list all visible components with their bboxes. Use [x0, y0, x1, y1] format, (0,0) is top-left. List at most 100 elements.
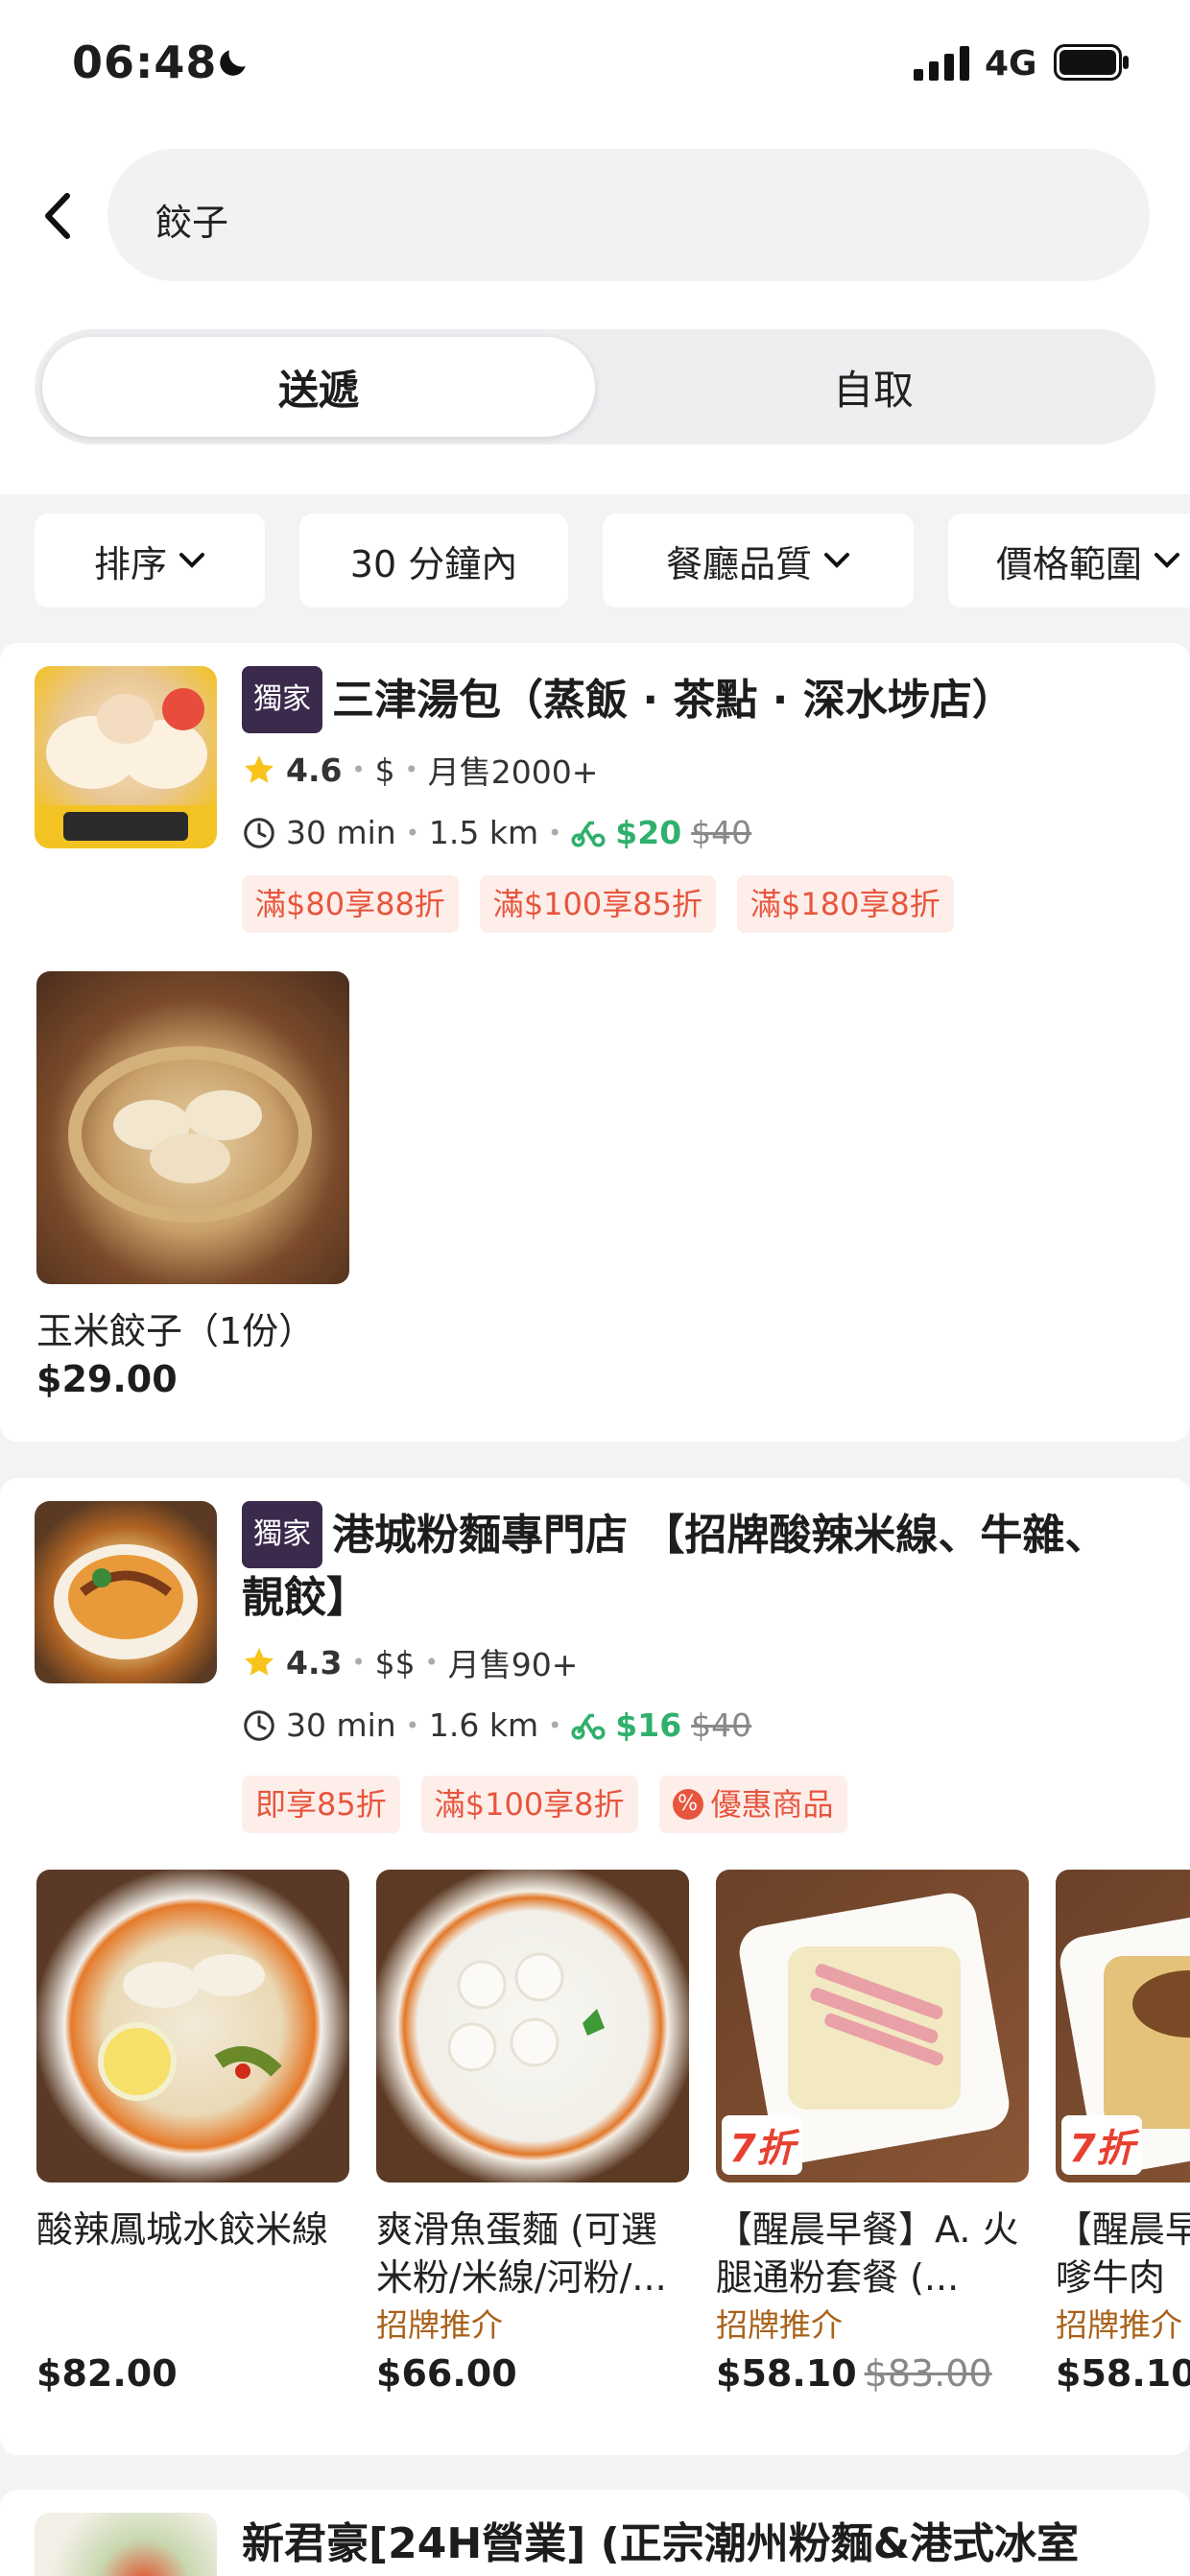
discount-badge: 7折: [1061, 2115, 1142, 2175]
promo-tag: 滿$80享88折: [242, 875, 459, 933]
restaurant-logo: [35, 666, 217, 848]
rating-value: 4.3: [286, 1643, 343, 1682]
distance: 1.5 km: [428, 814, 539, 851]
chevron-down-icon: [179, 553, 204, 568]
dish-item[interactable]: 7折 【醒晨早餐】A. 火腿通粉套餐 (... 招牌推介 $58.10 $83.0…: [716, 1870, 1029, 2397]
filter-label: 價格範圍: [996, 542, 1143, 585]
dish-name: 玉米餃子（1份）: [36, 1310, 316, 1352]
filter-label: 排序: [93, 542, 167, 585]
dish-item[interactable]: 酸辣鳳城水餃米線 $82.00: [36, 1870, 349, 2397]
battery-icon: [1054, 44, 1129, 81]
dish-tag: 招牌推介: [376, 2306, 503, 2344]
promo-tag: 滿$180享8折: [736, 875, 954, 933]
status-bar: 06:48 4G: [0, 0, 1190, 130]
filter-30-min[interactable]: 30 分鐘內: [299, 513, 568, 608]
dish-image: 7折: [716, 1870, 1029, 2182]
filter-label: 餐廳品質: [665, 542, 812, 585]
promo-tag: 即享85折: [242, 1776, 400, 1833]
dish-image: [376, 1870, 689, 2182]
network-label: 4G: [985, 44, 1037, 83]
status-time: 06:48: [72, 36, 218, 88]
tab-pickup[interactable]: 自取: [597, 358, 1150, 417]
delivery-fee: $20: [615, 814, 682, 851]
dish-image: [36, 1870, 349, 2182]
back-arrow-icon[interactable]: [35, 182, 83, 250]
dish-price: $58.10: [1056, 2352, 1190, 2395]
delivery-time: 30 min: [286, 814, 396, 851]
delivery-fee: $16: [615, 1706, 682, 1744]
moon-icon: [220, 50, 246, 76]
discount-icon: %: [672, 1789, 703, 1820]
header: 餃子 送遞 自取: [0, 130, 1190, 494]
filter-price[interactable]: 價格範圍: [948, 513, 1190, 608]
promo-tag: 滿$100享8折: [420, 1776, 638, 1833]
rating-row: 4.6 • $ • 月售2000+: [242, 747, 598, 793]
search-query: 餃子: [155, 202, 229, 244]
price-level: $: [374, 751, 395, 789]
scooter-icon: [571, 1713, 606, 1740]
restaurant-name: 獨家 三津湯包（蒸飯 · 茶點 · 深水埗店）: [242, 666, 1132, 733]
promo-list: 即享85折 滿$100享8折 % 優惠商品: [242, 1776, 847, 1833]
restaurant-name: 新君豪[24H營業] (正宗潮州粉麵&港式冰室: [242, 2515, 1132, 2574]
dumplings-photo: [68, 1046, 312, 1223]
dish-item[interactable]: 7折 【醒晨早餐】B. 沙嗲牛肉 招牌推介 $58.10: [1056, 1870, 1190, 2397]
dish-name: 【醒晨早餐】B. 沙嗲牛肉: [1056, 2208, 1190, 2299]
promo-list: 滿$80享88折 滿$100享85折 滿$180享8折: [242, 875, 954, 933]
chevron-down-icon: [1154, 553, 1180, 568]
restaurant-card[interactable]: 獨家 三津湯包（蒸飯 · 茶點 · 深水埗店） 4.6 • $ • 月售2000+…: [0, 643, 1190, 1442]
delivery-time: 30 min: [286, 1706, 396, 1744]
dumpling-logo-icon: [35, 688, 217, 848]
dish-price: $29.00: [36, 1358, 178, 1400]
tab-label: 送遞: [277, 367, 359, 414]
dish-tag: [36, 2302, 349, 2349]
delivery-fee-original: $40: [691, 1706, 752, 1744]
dish-name: 酸辣鳳城水餃米線: [36, 2208, 329, 2251]
signal-icon: [914, 46, 969, 81]
tab-delivery[interactable]: 送遞: [42, 337, 595, 437]
restaurant-name: 獨家 港城粉麵專門店 【招牌酸辣米線、牛雜、靚餃】: [242, 1501, 1132, 1628]
dish-name: 【醒晨早餐】A. 火腿通粉套餐 (...: [716, 2208, 1019, 2299]
dish-price: $82.00: [36, 2352, 178, 2395]
monthly-sales: 月售2000+: [427, 753, 599, 791]
restaurant-logo: [35, 1501, 217, 1683]
delivery-mode-toggle: 送遞 自取: [35, 329, 1155, 444]
clock-icon: [244, 1709, 274, 1741]
discount-badge: 7折: [722, 2115, 802, 2175]
delivery-row: 30 min • 1.5 km • $20 $40: [242, 814, 751, 851]
dish-tag: 招牌推介: [1056, 2306, 1182, 2344]
filter-label: 30 分鐘內: [349, 542, 518, 585]
star-icon: [245, 1648, 274, 1676]
dish-tag: 招牌推介: [716, 2306, 843, 2344]
promo-tag-discount-items: % 優惠商品: [658, 1776, 847, 1833]
dish-item[interactable]: 玉米餃子（1份） $29.00: [36, 971, 349, 1403]
restaurant-logo: [35, 2513, 217, 2576]
clock-icon: [244, 817, 274, 848]
restaurant-name-text: 三津湯包（蒸飯 · 茶點 · 深水埗店）: [332, 676, 1014, 725]
star-icon: [245, 755, 274, 783]
exclusive-badge: 獨家: [242, 1501, 322, 1568]
search-input[interactable]: 餃子: [107, 149, 1150, 281]
distance: 1.6 km: [428, 1706, 539, 1744]
dish-image: 7折: [1056, 1870, 1190, 2182]
dish-image: [36, 971, 349, 1284]
fishball-noodle-photo: [447, 1952, 605, 2072]
price-level: $$: [374, 1643, 416, 1682]
delivery-fee-original: $40: [691, 814, 752, 851]
scooter-icon: [571, 821, 606, 847]
restaurant-name-text: 新君豪[24H營業] (正宗潮州粉麵&港式冰室: [242, 2519, 1080, 2568]
chevron-down-icon: [824, 553, 849, 568]
exclusive-badge: 獨家: [242, 666, 322, 733]
noodle-bowl-icon: [54, 1544, 198, 1659]
filter-sort[interactable]: 排序: [35, 513, 265, 608]
rating-value: 4.6: [286, 751, 343, 789]
sour-spicy-noodle-photo: [98, 1954, 282, 2101]
restaurant-card[interactable]: 新君豪[24H營業] (正宗潮州粉麵&港式冰室: [0, 2490, 1190, 2576]
rating-row: 4.3 • $$ • 月售90+: [242, 1639, 578, 1685]
dish-price: $58.10 $83.00: [716, 2352, 992, 2395]
restaurant-card[interactable]: 獨家 港城粉麵專門店 【招牌酸辣米線、牛雜、靚餃】 4.3 • $$ • 月售90…: [0, 1478, 1190, 2455]
dish-original-price: $83.00: [864, 2352, 992, 2395]
restaurant-name-text: 港城粉麵專門店 【招牌酸辣米線、牛雜、靚餃】: [242, 1511, 1107, 1622]
filter-quality[interactable]: 餐廳品質: [603, 513, 914, 608]
dish-item[interactable]: 爽滑魚蛋麵 (可選米粉/米線/河粉/... 招牌推介 $66.00: [376, 1870, 689, 2397]
filter-bar: 排序 30 分鐘內 餐廳品質 價格範圍: [0, 494, 1190, 629]
